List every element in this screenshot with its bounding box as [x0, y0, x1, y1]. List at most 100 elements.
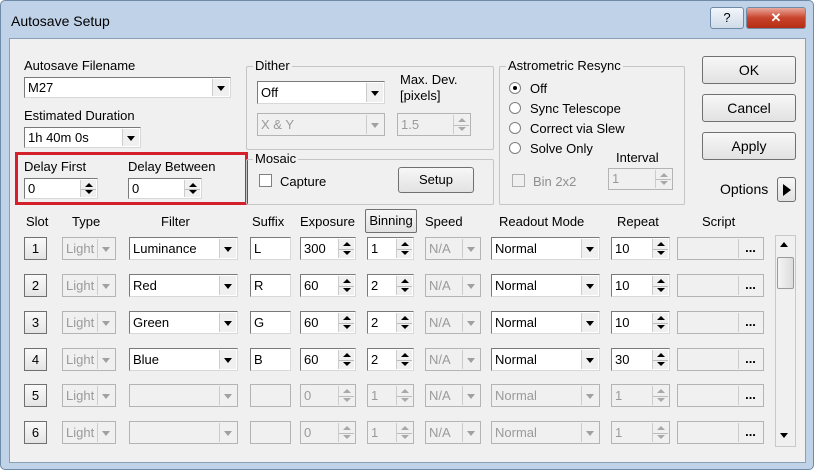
repeat-spinner[interactable]: 10	[611, 311, 670, 334]
spinner-arrows-icon[interactable]	[396, 313, 412, 332]
chevron-down-icon[interactable]	[97, 423, 114, 442]
chevron-down-icon[interactable]	[462, 350, 479, 369]
script-field[interactable]: ...	[677, 421, 764, 444]
exposure-spinner[interactable]: 60	[300, 348, 356, 371]
spinner-arrows-icon[interactable]	[338, 386, 354, 405]
slot-button[interactable]: 3	[24, 311, 47, 334]
spinner-arrows-icon[interactable]	[396, 423, 412, 442]
title-bar[interactable]: Autosave Setup ? ✕	[1, 1, 813, 39]
slot-button[interactable]: 6	[24, 421, 47, 444]
spinner-arrows-icon[interactable]	[652, 423, 668, 442]
spinner-arrows-icon[interactable]	[652, 350, 668, 369]
type-combo[interactable]: Light	[62, 421, 116, 444]
max-dev-spinner[interactable]: 1.5	[397, 113, 471, 136]
type-combo[interactable]: Light	[62, 311, 116, 334]
spinner-arrows-icon[interactable]	[338, 239, 354, 258]
repeat-spinner[interactable]: 10	[611, 274, 670, 297]
scroll-down-arrow-icon[interactable]	[776, 427, 794, 445]
chevron-down-icon[interactable]	[97, 239, 114, 258]
readout-mode-combo[interactable]: Normal	[491, 421, 600, 444]
speed-combo[interactable]: N/A	[425, 311, 481, 334]
suffix-input[interactable]: G	[250, 311, 291, 334]
chevron-down-icon[interactable]	[581, 239, 598, 258]
resync-radio-solve-only[interactable]	[509, 142, 521, 154]
bin-2x2-checkbox[interactable]	[512, 174, 525, 187]
spinner-arrows-icon[interactable]	[338, 276, 354, 295]
binning-spinner[interactable]: 2	[367, 348, 414, 371]
type-combo[interactable]: Light	[62, 348, 116, 371]
chevron-down-icon[interactable]	[581, 386, 598, 405]
spinner-arrows-icon[interactable]	[338, 313, 354, 332]
script-field[interactable]: ...	[677, 274, 764, 297]
filter-combo[interactable]: Luminance	[129, 237, 238, 260]
delay-between-spinner[interactable]: 0	[128, 178, 202, 199]
filter-combo[interactable]: Green	[129, 311, 238, 334]
scroll-up-arrow-icon[interactable]	[776, 237, 794, 255]
readout-mode-combo[interactable]: Normal	[491, 311, 600, 334]
estimated-duration-combo[interactable]: 1h 40m 0s	[24, 127, 141, 148]
type-combo[interactable]: Light	[62, 237, 116, 260]
type-combo[interactable]: Light	[62, 384, 116, 407]
script-browse-button[interactable]: ...	[738, 423, 762, 442]
mosaic-setup-button[interactable]: Setup	[398, 167, 474, 193]
chevron-down-icon[interactable]	[462, 276, 479, 295]
script-field[interactable]: ...	[677, 237, 764, 260]
binning-spinner[interactable]: 1	[367, 384, 414, 407]
spinner-arrows-icon[interactable]	[652, 313, 668, 332]
readout-mode-combo[interactable]: Normal	[491, 274, 600, 297]
binning-spinner[interactable]: 1	[367, 237, 414, 260]
chevron-down-icon[interactable]	[97, 386, 114, 405]
resync-interval-spinner[interactable]: 1	[608, 168, 673, 190]
chevron-down-icon[interactable]	[581, 423, 598, 442]
exposure-spinner[interactable]: 60	[300, 311, 356, 334]
spinner-arrows-icon[interactable]	[80, 180, 96, 197]
slot-button[interactable]: 4	[24, 348, 47, 371]
chevron-down-icon[interactable]	[97, 313, 114, 332]
chevron-down-icon[interactable]	[366, 115, 383, 134]
chevron-down-icon[interactable]	[581, 313, 598, 332]
suffix-input[interactable]: R	[250, 274, 291, 297]
spinner-arrows-icon[interactable]	[655, 170, 671, 188]
speed-combo[interactable]: N/A	[425, 384, 481, 407]
speed-combo[interactable]: N/A	[425, 274, 481, 297]
spinner-arrows-icon[interactable]	[652, 239, 668, 258]
spinner-arrows-icon[interactable]	[338, 423, 354, 442]
suffix-input[interactable]	[250, 421, 291, 444]
exposure-spinner[interactable]: 300	[300, 237, 356, 260]
chevron-down-icon[interactable]	[462, 313, 479, 332]
mosaic-capture-checkbox[interactable]	[259, 174, 272, 187]
apply-button[interactable]: Apply	[702, 132, 796, 160]
exposure-spinner[interactable]: 0	[300, 384, 356, 407]
spinner-arrows-icon[interactable]	[652, 386, 668, 405]
suffix-input[interactable]: L	[250, 237, 291, 260]
dither-mode-combo[interactable]: Off	[257, 81, 385, 104]
exposure-spinner[interactable]: 0	[300, 421, 356, 444]
chevron-down-icon[interactable]	[581, 350, 598, 369]
suffix-input[interactable]: B	[250, 348, 291, 371]
repeat-spinner[interactable]: 1	[611, 421, 670, 444]
chevron-down-icon[interactable]	[219, 239, 236, 258]
filter-combo[interactable]	[129, 421, 238, 444]
chevron-down-icon[interactable]	[462, 239, 479, 258]
chevron-down-icon[interactable]	[219, 386, 236, 405]
script-field[interactable]: ...	[677, 384, 764, 407]
chevron-down-icon[interactable]	[219, 276, 236, 295]
filter-combo[interactable]: Red	[129, 274, 238, 297]
script-field[interactable]: ...	[677, 348, 764, 371]
close-button[interactable]: ✕	[746, 7, 806, 29]
filter-combo[interactable]: Blue	[129, 348, 238, 371]
resync-radio-off[interactable]	[509, 82, 521, 94]
scrollbar-thumb[interactable]	[777, 257, 794, 289]
chevron-down-icon[interactable]	[97, 276, 114, 295]
spinner-arrows-icon[interactable]	[396, 350, 412, 369]
binning-spinner[interactable]: 2	[367, 311, 414, 334]
speed-combo[interactable]: N/A	[425, 421, 481, 444]
spinner-arrows-icon[interactable]	[184, 180, 200, 197]
chevron-down-icon[interactable]	[219, 313, 236, 332]
repeat-spinner[interactable]: 10	[611, 237, 670, 260]
spinner-arrows-icon[interactable]	[338, 350, 354, 369]
spinner-arrows-icon[interactable]	[652, 276, 668, 295]
spinner-arrows-icon[interactable]	[453, 115, 469, 134]
chevron-down-icon[interactable]	[97, 350, 114, 369]
slot-button[interactable]: 2	[24, 274, 47, 297]
